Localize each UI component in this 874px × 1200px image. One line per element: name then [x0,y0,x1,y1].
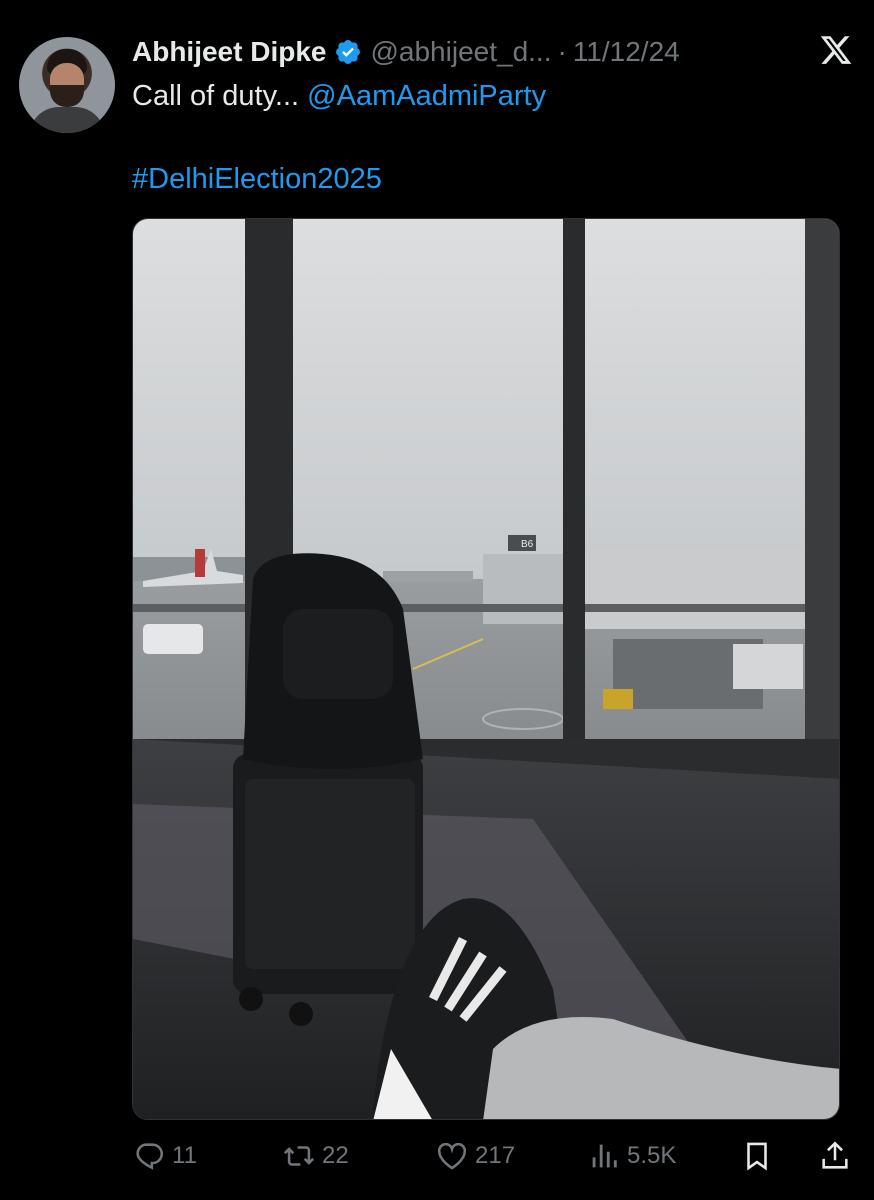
x-logo-icon[interactable] [818,33,854,67]
reply-icon [136,1143,164,1170]
mention-link[interactable]: @AamAadmiParty [307,80,546,112]
repost-icon [283,1146,315,1166]
reply-button[interactable]: 11 [132,1136,197,1176]
airport-photo: B6 [133,219,839,1119]
share-button[interactable] [818,1136,852,1176]
author-avatar[interactable] [19,37,115,133]
repost-button[interactable]: 22 [282,1136,349,1176]
hashtag-link[interactable]: #DelhiElection2025 [132,163,382,195]
author-name[interactable]: Abhijeet Dipke [132,36,326,68]
tweet-text-line2: #DelhiElection2025 [132,163,382,196]
author-handle[interactable]: @abhijeet_d... [370,36,551,68]
tweet-text: Call of duty... [132,80,308,112]
repost-count: 22 [322,1142,349,1169]
like-icon [437,1142,467,1170]
action-bar: 11 22 217 5.5K [132,1136,854,1176]
bookmark-icon [747,1142,767,1171]
tweet-text-line1: Call of duty... @AamAadmiParty [132,80,546,113]
views-button[interactable]: 5.5K [587,1136,676,1176]
views-count: 5.5K [627,1142,677,1169]
tweet-header: Abhijeet Dipke @abhijeet_d... · 11/12/24 [132,34,680,70]
bookmark-button[interactable] [740,1136,774,1176]
reply-count: 11 [172,1142,197,1169]
views-icon [592,1144,617,1168]
verified-badge-icon [336,40,361,64]
gate-sign: B6 [521,539,534,550]
tweet-media-photo[interactable]: B6 [132,218,840,1120]
separator-dot: · [557,36,567,67]
tweet-date[interactable]: 11/12/24 [573,36,680,68]
like-count: 217 [475,1142,516,1169]
share-icon [822,1141,848,1169]
like-button[interactable]: 217 [435,1136,515,1176]
